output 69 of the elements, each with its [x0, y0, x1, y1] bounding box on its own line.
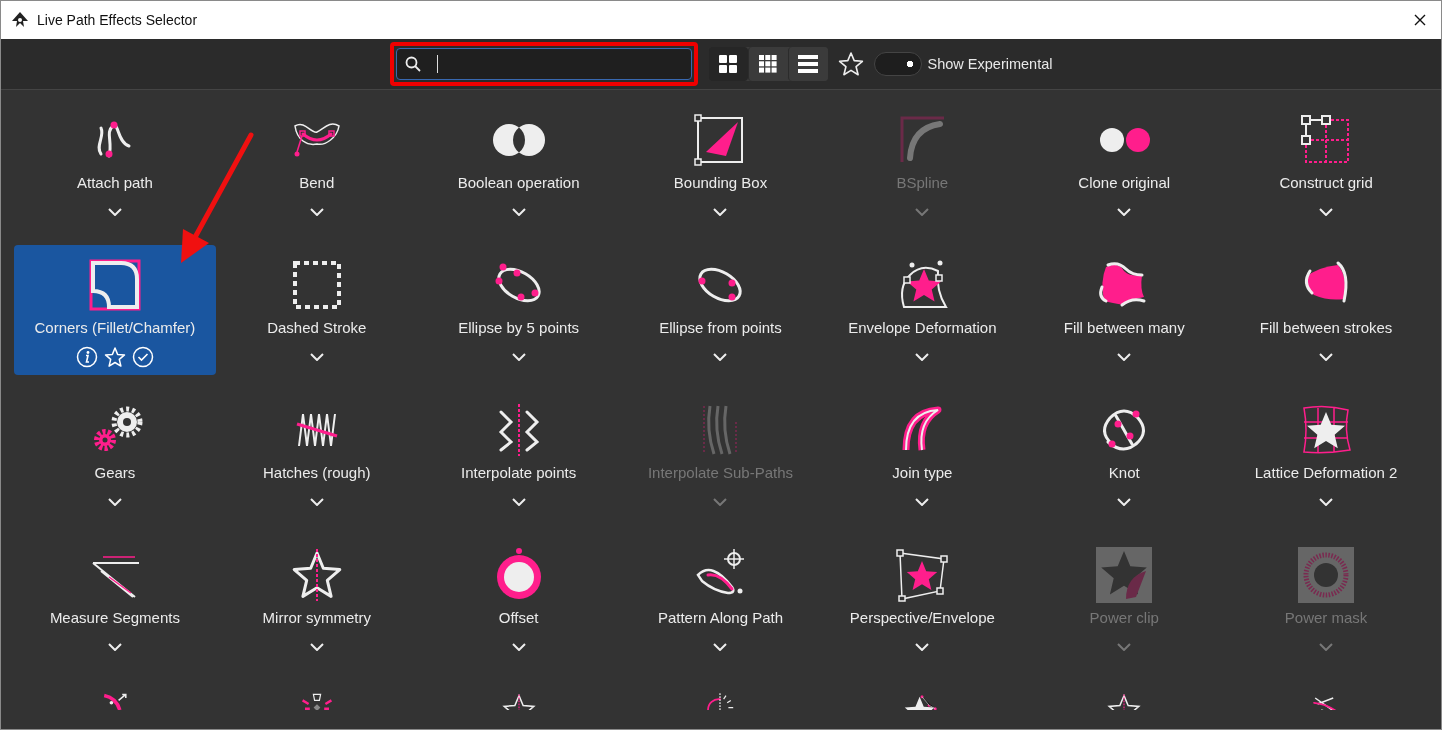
small-grid-icon — [758, 54, 779, 74]
search-icon — [404, 56, 421, 72]
effect-label: Clone original — [1078, 174, 1171, 192]
large-grid-icon — [718, 54, 739, 74]
effect-label: Ellipse from points — [659, 319, 782, 337]
checkmark-icon[interactable] — [131, 346, 154, 368]
effect-tile[interactable]: Construct grid — [1225, 100, 1427, 230]
effect-label: Fill between many — [1063, 319, 1185, 337]
effect-label: Interpolate Sub-Paths — [647, 464, 794, 482]
effect-label: Lattice Deformation 2 — [1254, 464, 1398, 482]
effect-tile[interactable]: Measure Segments — [14, 535, 216, 665]
effect-tile[interactable]: Knot — [1023, 390, 1226, 520]
window-title: Live Path Effects Selector — [37, 12, 198, 28]
app-logo-icon — [11, 11, 29, 29]
effect-tile[interactable]: Clone original — [1023, 100, 1226, 230]
effect-tile[interactable]: Fill between strokes — [1225, 245, 1427, 375]
effect-label: Ellipse by 5 points — [458, 319, 580, 337]
effect-tile[interactable]: Pattern Along Path — [619, 535, 822, 665]
search-field[interactable] — [395, 48, 692, 80]
effect-tile[interactable]: Mirror symmetry — [215, 535, 418, 665]
effect-label: Bounding Box — [673, 174, 768, 192]
effect-label: Attach path — [76, 174, 153, 192]
effect-label: Mirror symmetry — [262, 609, 371, 627]
effect-label: BSpline — [896, 174, 949, 192]
effect-label: Construct grid — [1279, 174, 1373, 192]
effect-label: Offset — [498, 609, 539, 627]
list-icon — [798, 54, 819, 74]
effect-label: Envelope Deformation — [848, 319, 997, 337]
effect-label: Perspective/Envelope — [849, 609, 995, 627]
effect-tile[interactable]: Bounding Box — [619, 100, 822, 230]
close-icon[interactable] — [1413, 13, 1427, 27]
effect-tile[interactable]: Ellipse from points — [619, 245, 822, 375]
effect-tile[interactable]: Hatches (rough) — [215, 390, 418, 520]
effect-label: Bend — [299, 174, 335, 192]
effect-label: Gears — [94, 464, 136, 482]
star-icon[interactable] — [837, 51, 864, 77]
effect-tile[interactable]: Corners (Fillet/Chamfer) — [14, 245, 216, 375]
effect-tile[interactable]: Join type — [821, 390, 1024, 520]
effect-label: Knot — [1108, 464, 1140, 482]
effect-label: Power mask — [1284, 609, 1368, 627]
effect-label: Pattern Along Path — [657, 609, 784, 627]
view-mode-button[interactable] — [707, 47, 748, 81]
effect-label: Corners (Fillet/Chamfer) — [34, 319, 196, 337]
effect-tile[interactable]: Lattice Deformation 2 — [1225, 390, 1427, 520]
effect-tile[interactable]: Perspective/Envelope — [821, 535, 1024, 665]
perspective-star-icon — [894, 547, 951, 603]
effect-label: Boolean operation — [457, 174, 580, 192]
effect-tile[interactable]: Dashed Stroke — [215, 245, 418, 375]
toggle-label: Show Experimental — [927, 56, 1053, 72]
effect-label: Dashed Stroke — [267, 319, 367, 337]
effect-tile[interactable]: Bend — [215, 100, 418, 230]
effect-tile[interactable]: Interpolate points — [417, 390, 620, 520]
star-square-icon — [1096, 547, 1153, 603]
effect-tile[interactable]: Ellipse by 5 points — [417, 245, 620, 375]
toggle-switch[interactable] — [873, 52, 922, 76]
effect-tile[interactable]: Fill between many — [1023, 245, 1226, 375]
effect-label: Interpolate points — [461, 464, 577, 482]
effect-label: Measure Segments — [49, 609, 180, 627]
effect-tile[interactable]: Attach path — [14, 100, 216, 230]
effect-label: Power clip — [1089, 609, 1159, 627]
effect-label: Hatches (rough) — [263, 464, 371, 482]
effect-label: Fill between strokes — [1259, 319, 1393, 337]
effect-tile[interactable]: Gears — [14, 390, 216, 520]
effect-tile[interactable]: Offset — [417, 535, 620, 665]
effect-tile[interactable]: Envelope Deformation — [821, 245, 1024, 375]
effect-tile[interactable]: Boolean operation — [417, 100, 620, 230]
effect-label: Join type — [892, 464, 953, 482]
dotted-circle-square-icon — [1298, 547, 1355, 603]
info-icon[interactable] — [75, 346, 98, 368]
